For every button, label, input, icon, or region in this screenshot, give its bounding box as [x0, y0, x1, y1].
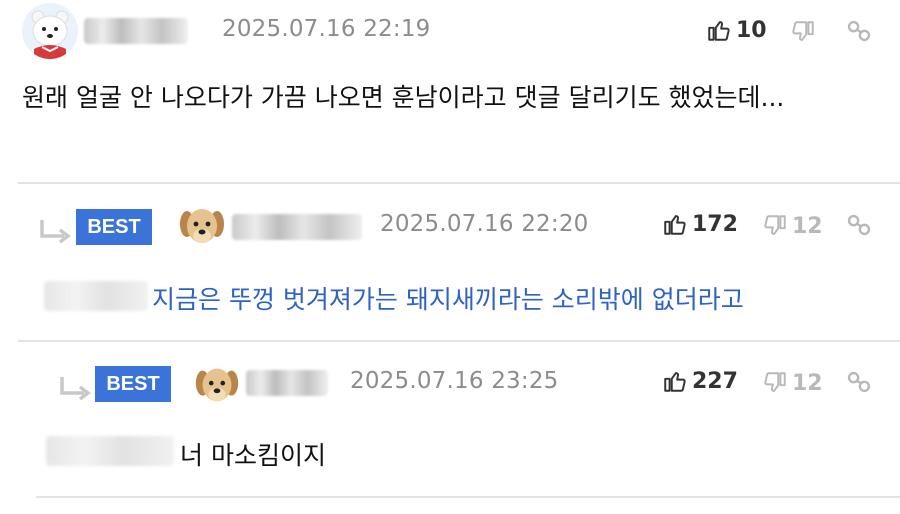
dislike-button[interactable]: 12: [762, 213, 823, 239]
like-count: 227: [692, 368, 738, 394]
divider: [18, 340, 900, 342]
link-button[interactable]: [846, 369, 872, 395]
best-badge: BEST: [95, 366, 171, 402]
divider: [18, 182, 900, 184]
link-icon: [847, 371, 871, 393]
comment-text: 너 마소킴이지: [180, 441, 326, 470]
reply-arrow-icon: [40, 220, 71, 244]
avatar[interactable]: [176, 200, 228, 252]
link-icon: [847, 20, 871, 42]
timestamp: 2025.07.16 22:19: [222, 16, 431, 42]
username-blurred[interactable]: [246, 370, 328, 396]
dislike-count: 12: [792, 370, 823, 396]
link-button[interactable]: [846, 212, 872, 238]
mention-blurred[interactable]: [44, 281, 148, 311]
puppy-avatar-icon: [192, 360, 242, 410]
dislike-button[interactable]: [790, 19, 816, 45]
comment-text: 원래 얼굴 안 나오다가 가끔 나오면 훈남이라고 댓글 달리기도 했었는데..…: [22, 83, 785, 112]
like-count: 10: [736, 17, 767, 43]
username-blurred[interactable]: [232, 214, 362, 240]
link-button[interactable]: [846, 18, 872, 44]
divider: [36, 496, 900, 498]
thumbs-up-icon: [664, 372, 686, 392]
dislike-button[interactable]: 12: [762, 370, 823, 396]
dislike-count: 12: [792, 213, 823, 239]
puppy-avatar-icon: [176, 200, 228, 252]
mention-blurred[interactable]: [46, 436, 174, 466]
comment-text: 지금은 뚜껑 벗겨져가는 돼지새끼라는 소리밖에 없더라고: [152, 285, 744, 314]
thumbs-down-icon: [764, 372, 786, 392]
avatar[interactable]: [22, 3, 78, 59]
timestamp: 2025.07.16 22:20: [380, 211, 589, 237]
polar-bear-avatar-icon: [22, 3, 78, 59]
best-badge: BEST: [76, 209, 152, 245]
link-icon: [847, 214, 871, 236]
avatar[interactable]: [192, 360, 242, 410]
username-blurred[interactable]: [84, 18, 188, 44]
thumbs-up-icon: [708, 21, 730, 41]
like-button[interactable]: 227: [662, 368, 738, 394]
like-button[interactable]: 172: [662, 211, 738, 237]
timestamp: 2025.07.16 23:25: [350, 368, 559, 394]
like-count: 172: [692, 211, 738, 237]
thumbs-up-icon: [664, 215, 686, 235]
reply-arrow-icon: [60, 377, 91, 401]
thumbs-down-icon: [792, 21, 814, 41]
like-button[interactable]: 10: [706, 17, 767, 43]
thumbs-down-icon: [764, 215, 786, 235]
